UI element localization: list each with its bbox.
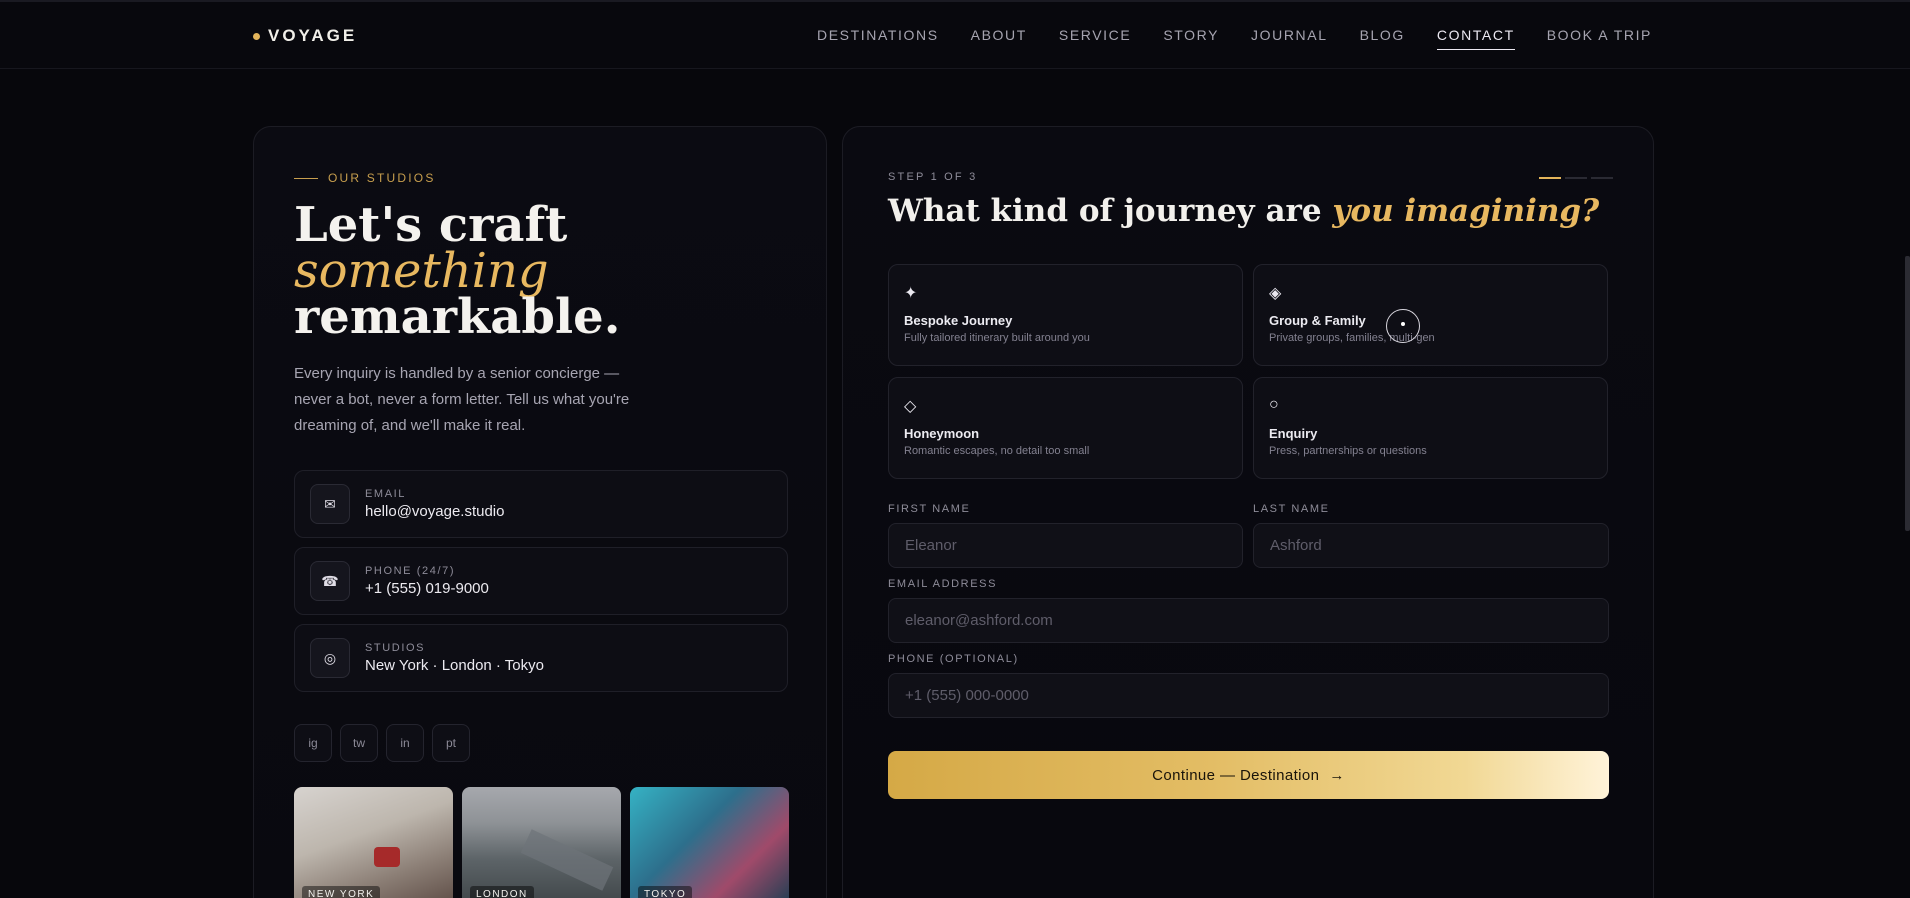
step-progress bbox=[1539, 177, 1613, 179]
email-label: EMAIL ADDRESS bbox=[888, 578, 998, 590]
diamond-filled-icon: ◈ bbox=[1269, 285, 1282, 302]
option-subtitle: Private groups, families, multi-gen bbox=[1269, 332, 1435, 344]
contact-value-studios: New York · London · Tokyo bbox=[365, 657, 544, 674]
studios-card: OUR STUDIOS Let's craft something remark… bbox=[253, 126, 827, 898]
location-icon: ◎ bbox=[310, 638, 350, 678]
option-subtitle: Press, partnerships or questions bbox=[1269, 445, 1427, 457]
studio-thumb-new-york[interactable]: NEW YORK bbox=[294, 787, 453, 898]
hero-title: Let's craft something remarkable. bbox=[294, 197, 734, 345]
step-bar-1 bbox=[1539, 177, 1561, 179]
option-title: Enquiry bbox=[1269, 426, 1318, 441]
option-title: Group & Family bbox=[1269, 313, 1366, 328]
step-bar-3 bbox=[1591, 177, 1613, 179]
nav-link-story[interactable]: STORY bbox=[1163, 27, 1219, 50]
journey-form-card: STEP 1 OF 3 What kind of journey are you… bbox=[842, 126, 1654, 898]
option-enquiry[interactable]: ○ Enquiry Press, partnerships or questio… bbox=[1253, 377, 1608, 479]
contact-label-phone: PHONE (24/7) bbox=[365, 565, 456, 577]
option-title: Honeymoon bbox=[904, 426, 980, 441]
step-bar-2 bbox=[1565, 177, 1587, 179]
sparkle-icon: ✦ bbox=[904, 285, 918, 302]
studios-eyebrow: OUR STUDIOS bbox=[294, 171, 436, 185]
logo-text: VOYAGE bbox=[268, 26, 358, 45]
thumb-label: NEW YORK bbox=[302, 886, 381, 898]
thumb-label: LONDON bbox=[470, 886, 534, 898]
social-links: ig tw in pt bbox=[294, 724, 470, 762]
contact-label-email: EMAIL bbox=[365, 488, 407, 500]
social-link-twitter[interactable]: tw bbox=[340, 724, 378, 762]
circle-icon: ○ bbox=[1269, 396, 1279, 413]
phone-field[interactable] bbox=[888, 673, 1609, 718]
studio-thumbnails: NEW YORK LONDON TOKYO bbox=[294, 787, 789, 898]
contact-value-email[interactable]: hello@voyage.studio bbox=[365, 503, 504, 520]
studios-contact-card[interactable]: ◎ STUDIOS New York · London · Tokyo bbox=[294, 624, 788, 692]
form-title: What kind of journey are you imagining? bbox=[888, 193, 1599, 229]
social-link-instagram[interactable]: ig bbox=[294, 724, 332, 762]
phone-icon: ☎ bbox=[310, 561, 350, 601]
social-link-pinterest[interactable]: pt bbox=[432, 724, 470, 762]
page-scrollbar[interactable] bbox=[1905, 256, 1910, 531]
mail-icon: ✉ bbox=[310, 484, 350, 524]
option-subtitle: Romantic escapes, no detail too small bbox=[904, 445, 1090, 457]
logo-dot-icon bbox=[253, 32, 260, 40]
cursor-ring-icon bbox=[1386, 309, 1420, 343]
step-indicator: STEP 1 OF 3 bbox=[888, 171, 978, 183]
first-name-field[interactable] bbox=[888, 523, 1243, 568]
option-honeymoon[interactable]: ◇ Honeymoon Romantic escapes, no detail … bbox=[888, 377, 1243, 479]
form-title-main: What kind of journey are bbox=[888, 193, 1333, 229]
social-link-linkedin[interactable]: in bbox=[386, 724, 424, 762]
continue-destination-button[interactable]: Continue — Destination → bbox=[888, 751, 1609, 799]
nav-links: DESTINATIONS ABOUT SERVICE STORY JOURNAL… bbox=[817, 27, 1652, 50]
option-bespoke-journey[interactable]: ✦ Bespoke Journey Fully tailored itinera… bbox=[888, 264, 1243, 366]
journey-options: ✦ Bespoke Journey Fully tailored itinera… bbox=[888, 264, 1608, 479]
nav-link-book-a-trip[interactable]: BOOK A TRIP bbox=[1547, 27, 1652, 50]
eyebrow-text: OUR STUDIOS bbox=[328, 171, 436, 185]
nav-link-contact[interactable]: CONTACT bbox=[1436, 27, 1515, 50]
phone-contact-card[interactable]: ☎ PHONE (24/7) +1 (555) 019-9000 bbox=[294, 547, 788, 615]
nav-link-service[interactable]: SERVICE bbox=[1059, 27, 1131, 50]
continue-button-label: Continue — Destination bbox=[1152, 766, 1320, 784]
logo[interactable]: VOYAGE bbox=[253, 26, 357, 46]
nav-link-destinations[interactable]: DESTINATIONS bbox=[817, 27, 939, 50]
phone-label: PHONE (OPTIONAL) bbox=[888, 653, 1019, 665]
option-group-family[interactable]: ◈ Group & Family Private groups, familie… bbox=[1253, 264, 1608, 366]
arrow-right-icon: → bbox=[1329, 766, 1345, 784]
nav-link-journal[interactable]: JOURNAL bbox=[1251, 27, 1328, 50]
studio-thumb-tokyo[interactable]: TOKYO bbox=[630, 787, 789, 898]
option-title: Bespoke Journey bbox=[904, 313, 1013, 328]
hero-title-line3: remarkable. bbox=[294, 289, 621, 345]
email-contact-card[interactable]: ✉ EMAIL hello@voyage.studio bbox=[294, 470, 788, 538]
last-name-label: LAST NAME bbox=[1253, 503, 1330, 515]
email-field[interactable] bbox=[888, 598, 1609, 643]
contact-value-phone[interactable]: +1 (555) 019-9000 bbox=[365, 580, 489, 597]
first-name-label: FIRST NAME bbox=[888, 503, 971, 515]
option-subtitle: Fully tailored itinerary built around yo… bbox=[904, 332, 1090, 344]
thumb-label: TOKYO bbox=[638, 886, 693, 898]
hero-title-line1: Let's craft bbox=[294, 197, 568, 253]
nav-link-about[interactable]: ABOUT bbox=[971, 27, 1027, 50]
hero-description: Every inquiry is handled by a senior con… bbox=[294, 365, 630, 434]
last-name-field[interactable] bbox=[1253, 523, 1609, 568]
diamond-outline-icon: ◇ bbox=[904, 398, 917, 415]
nav-link-blog[interactable]: BLOG bbox=[1360, 27, 1405, 50]
top-navigation: VOYAGE DESTINATIONS ABOUT SERVICE STORY … bbox=[0, 0, 1910, 69]
studio-thumb-london[interactable]: LONDON bbox=[462, 787, 621, 898]
contact-label-studios: STUDIOS bbox=[365, 642, 426, 654]
form-title-accent: you imagining? bbox=[1332, 193, 1600, 229]
hero-title-accent: something bbox=[294, 243, 549, 299]
eyebrow-line bbox=[294, 177, 318, 179]
